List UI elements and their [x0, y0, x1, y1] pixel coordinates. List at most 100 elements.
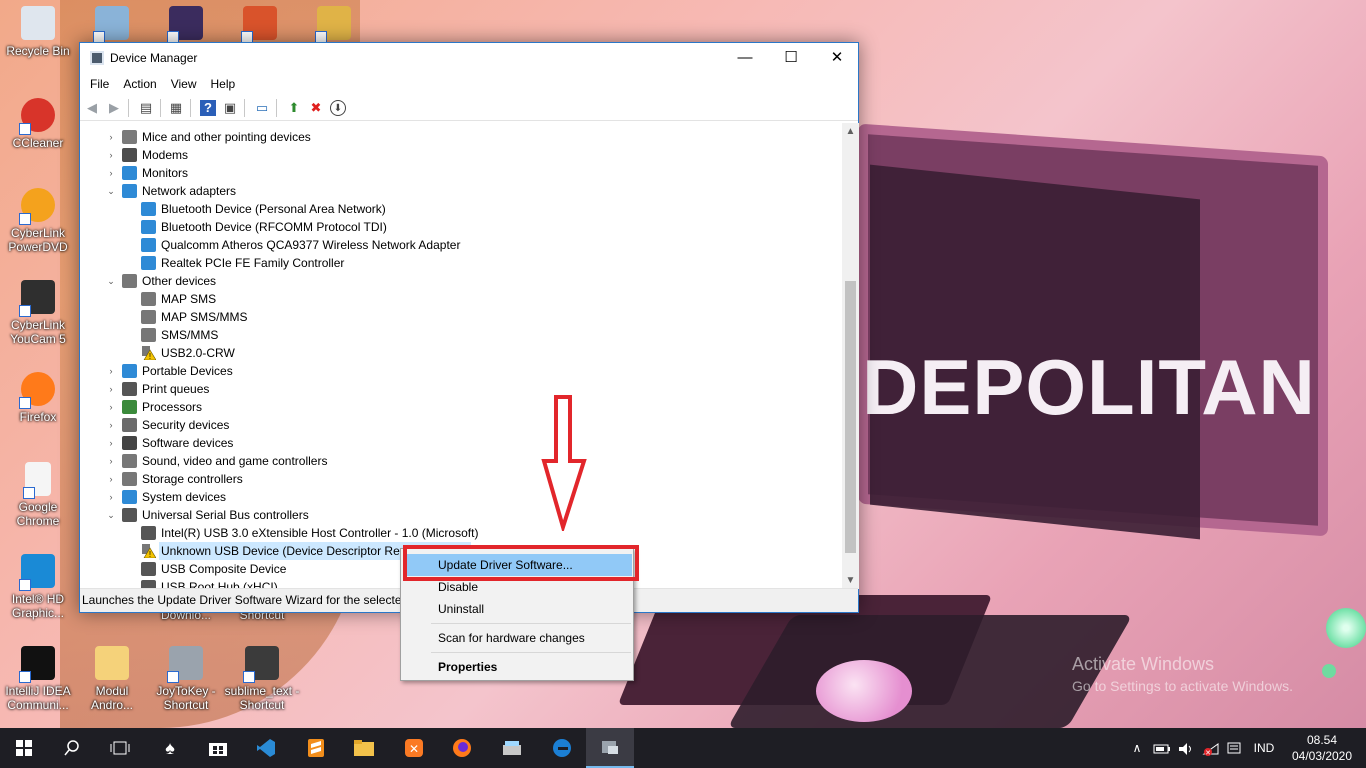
collapsed-chevron-icon[interactable]: ›	[106, 380, 116, 398]
tree-device[interactable]: MAP SMS	[80, 290, 840, 308]
notifications-icon[interactable]	[1224, 728, 1244, 768]
collapsed-chevron-icon[interactable]: ›	[106, 128, 116, 146]
desktop-icon-chrome[interactable]: Google Chrome	[0, 462, 76, 528]
title-bar[interactable]: Device Manager — ☐ ✕	[80, 43, 858, 73]
menu-action[interactable]: Action	[116, 73, 163, 95]
scroll-down-icon[interactable]: ▼	[842, 572, 859, 589]
tree-device[interactable]: Realtek PCIe FE Family Controller	[80, 254, 840, 272]
tree-category[interactable]: ⌄ Other devices	[80, 272, 840, 290]
collapsed-chevron-icon[interactable]: ›	[106, 146, 116, 164]
tree-device[interactable]: Qualcomm Atheros QCA9377 Wireless Networ…	[80, 236, 840, 254]
volume-icon[interactable]	[1176, 728, 1196, 768]
minimize-button[interactable]: —	[722, 43, 768, 73]
desktop-icon-intellij[interactable]: IntelliJ IDEA Communi...	[0, 646, 76, 712]
desktop-icon-intel-graphics[interactable]: Intel® HD Graphic...	[0, 554, 76, 620]
desktop-icon-sublime[interactable]: sublime_text - Shortcut	[224, 646, 300, 712]
menu-help[interactable]: Help	[204, 73, 243, 95]
properties-icon[interactable]: ▦	[168, 100, 184, 116]
scroll-up-icon[interactable]: ▲	[842, 123, 859, 140]
network-disconnected-icon[interactable]: ✕	[1200, 728, 1222, 768]
desktop-icon-video[interactable]	[148, 6, 224, 44]
collapsed-chevron-icon[interactable]: ›	[106, 470, 116, 488]
tree-device[interactable]: Intel(R) USB 3.0 eXtensible Host Control…	[80, 524, 840, 542]
tree-category[interactable]: › System devices	[80, 488, 840, 506]
collapsed-chevron-icon[interactable]: ›	[106, 452, 116, 470]
uninstall-icon[interactable]: ✖	[308, 100, 324, 116]
device-manager-taskbar-icon[interactable]	[586, 728, 634, 768]
tree-device[interactable]: SMS/MMS	[80, 326, 840, 344]
collapsed-chevron-icon[interactable]: ›	[106, 362, 116, 380]
desktop-icon-virtualbox[interactable]	[74, 6, 150, 44]
desktop-icon-firefox[interactable]: Firefox	[0, 372, 76, 424]
tray-chevron-icon[interactable]: ∧	[1128, 728, 1146, 768]
desktop-icon-ccleaner[interactable]: CCleaner	[0, 98, 76, 150]
menu-properties[interactable]: Properties	[404, 656, 632, 678]
tree-category[interactable]: › Modems	[80, 146, 840, 164]
tree-device[interactable]: Bluetooth Device (RFCOMM Protocol TDI)	[80, 218, 840, 236]
sublime-icon[interactable]	[292, 728, 340, 768]
download-icon[interactable]: ⬇	[330, 100, 346, 116]
tree-category[interactable]: › Security devices	[80, 416, 840, 434]
desktop-icon-label: CCleaner	[12, 136, 64, 150]
start-icon[interactable]	[0, 728, 48, 768]
task-view-icon[interactable]	[96, 728, 144, 768]
scroll-thumb[interactable]	[845, 281, 856, 553]
tree-device[interactable]: ! USB2.0-CRW	[80, 344, 840, 362]
desktop-icon-joytokey[interactable]: JoyToKey - Shortcut	[148, 646, 224, 712]
tree-category[interactable]: › Storage controllers	[80, 470, 840, 488]
back-icon[interactable]: ◀	[84, 100, 100, 116]
menu-uninstall[interactable]: Uninstall	[404, 598, 632, 620]
show-hide-icon[interactable]: ▤	[138, 100, 154, 116]
expanded-chevron-icon[interactable]: ⌄	[106, 182, 116, 200]
tree-category[interactable]: ⌄ Network adapters	[80, 182, 840, 200]
portable-icon	[122, 364, 137, 378]
vertical-scrollbar[interactable]: ▲ ▼	[842, 123, 859, 589]
tree-category[interactable]: › Processors	[80, 398, 840, 416]
search-icon[interactable]	[48, 728, 96, 768]
menu-file[interactable]: File	[83, 73, 116, 95]
clock[interactable]: 08.54 04/03/2020	[1284, 732, 1360, 764]
desktop-icon-books[interactable]	[222, 6, 298, 44]
firefox-icon[interactable]	[438, 728, 486, 768]
collapsed-chevron-icon[interactable]: ›	[106, 416, 116, 434]
help-icon[interactable]: ?	[200, 100, 216, 116]
tree-category[interactable]: › Sound, video and game controllers	[80, 452, 840, 470]
tree-category[interactable]: › Mice and other pointing devices	[80, 128, 840, 146]
language-indicator[interactable]: IND	[1248, 728, 1280, 768]
desktop-icon-recycle-bin[interactable]: Recycle Bin	[0, 6, 76, 58]
menu-scan-hardware[interactable]: Scan for hardware changes	[404, 627, 632, 649]
tree-category[interactable]: › Monitors	[80, 164, 840, 182]
tree-device[interactable]: MAP SMS/MMS	[80, 308, 840, 326]
close-button[interactable]: ✕	[814, 43, 860, 73]
vscode-icon[interactable]	[242, 728, 290, 768]
expanded-chevron-icon[interactable]: ⌄	[106, 506, 116, 524]
tree-device[interactable]: Bluetooth Device (Personal Area Network)	[80, 200, 840, 218]
solitaire-icon[interactable]: ♠	[146, 728, 194, 768]
xampp-icon[interactable]: ✕	[390, 728, 438, 768]
file-explorer-icon[interactable]	[340, 728, 388, 768]
edge-icon[interactable]	[538, 728, 586, 768]
collapsed-chevron-icon[interactable]: ›	[106, 488, 116, 506]
tree-category[interactable]: ⌄ Universal Serial Bus controllers	[80, 506, 840, 524]
menu-separator	[431, 623, 631, 624]
desktop-icon-modul[interactable]: Modul Andro...	[74, 646, 150, 712]
battery-icon[interactable]	[1152, 728, 1172, 768]
collapsed-chevron-icon[interactable]: ›	[106, 164, 116, 182]
console-icon[interactable]: ▣	[222, 100, 238, 116]
collapsed-chevron-icon[interactable]: ›	[106, 398, 116, 416]
scanner-icon[interactable]	[488, 728, 536, 768]
expanded-chevron-icon[interactable]: ⌄	[106, 272, 116, 290]
desktop-icon-media[interactable]	[296, 6, 372, 44]
tree-category[interactable]: › Software devices	[80, 434, 840, 452]
desktop-icon-youcam[interactable]: CyberLink YouCam 5	[0, 280, 76, 346]
maximize-button[interactable]: ☐	[768, 43, 814, 73]
collapsed-chevron-icon[interactable]: ›	[106, 434, 116, 452]
update-driver-icon[interactable]: ⬆	[286, 100, 302, 116]
desktop-icon-powerdvd[interactable]: CyberLink PowerDVD	[0, 188, 76, 254]
tree-category[interactable]: › Print queues	[80, 380, 840, 398]
monitor-icon[interactable]: ▭	[254, 100, 270, 116]
forward-icon[interactable]: ▶	[106, 100, 122, 116]
store-icon[interactable]	[194, 728, 242, 768]
tree-category[interactable]: › Portable Devices	[80, 362, 840, 380]
menu-view[interactable]: View	[164, 73, 204, 95]
